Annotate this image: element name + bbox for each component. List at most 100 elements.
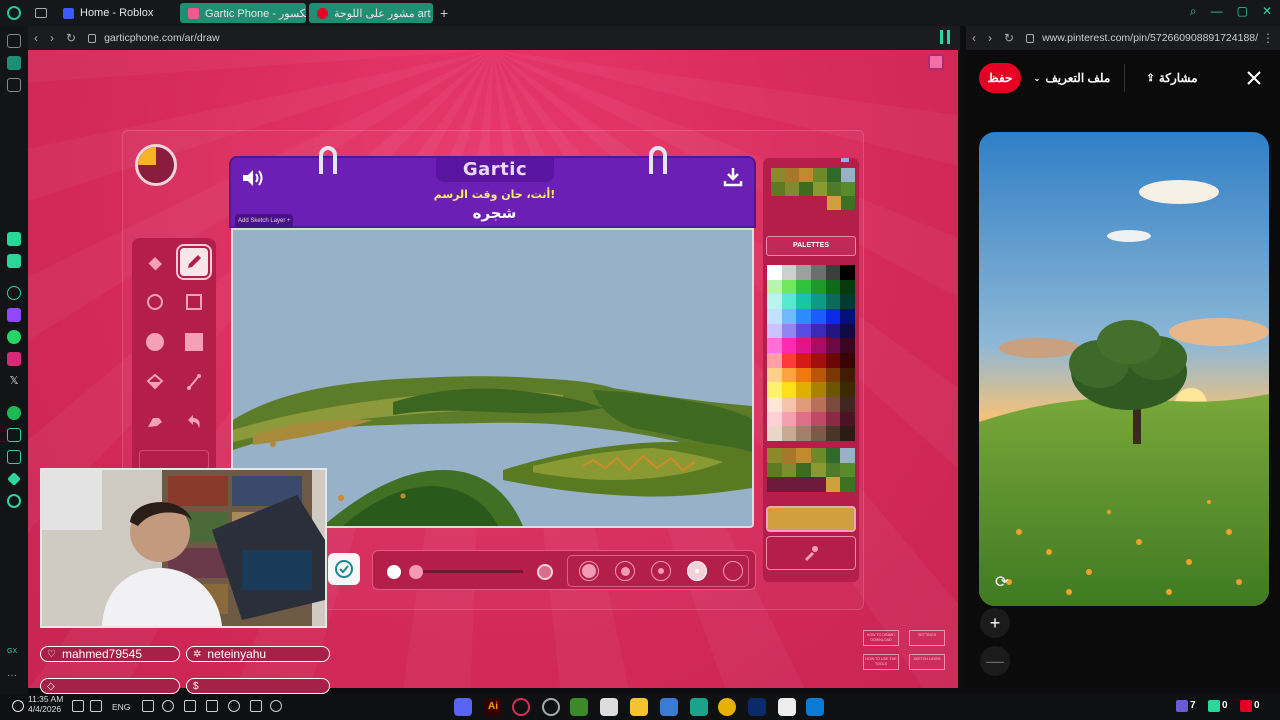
custom-color-swatch[interactable] bbox=[796, 462, 811, 478]
color-swatch[interactable] bbox=[781, 294, 797, 309]
home-app-icon[interactable] bbox=[7, 56, 21, 70]
settings-icon[interactable] bbox=[12, 700, 24, 712]
color-swatch[interactable] bbox=[840, 411, 855, 427]
panel-menu-icon[interactable]: ⋮ bbox=[1262, 31, 1274, 45]
color-swatch[interactable] bbox=[767, 426, 782, 441]
palettes-button[interactable]: PALETTES bbox=[766, 236, 856, 256]
twitch-icon[interactable] bbox=[7, 308, 21, 322]
color-swatch[interactable] bbox=[767, 352, 782, 368]
color-swatch[interactable] bbox=[781, 411, 797, 427]
color-swatch[interactable] bbox=[810, 279, 826, 295]
clock[interactable]: 11:35 AM 4/4/2026 bbox=[28, 694, 63, 714]
notification-icon[interactable] bbox=[1208, 700, 1220, 712]
color-swatch[interactable] bbox=[840, 338, 855, 353]
minecraft-taskbar-icon[interactable] bbox=[570, 698, 588, 716]
sidebar-app-icon[interactable] bbox=[7, 472, 21, 486]
color-swatch[interactable] bbox=[767, 308, 782, 324]
chrome-taskbar-icon[interactable] bbox=[718, 698, 736, 716]
brush-size-5[interactable] bbox=[723, 561, 743, 581]
zoom-out-button[interactable]: — bbox=[980, 646, 1010, 676]
color-swatch[interactable] bbox=[810, 338, 826, 353]
color-swatch[interactable] bbox=[840, 352, 855, 368]
stamp-tool[interactable] bbox=[139, 406, 171, 438]
gaming-app-icon[interactable] bbox=[7, 78, 21, 92]
color-swatch[interactable] bbox=[810, 382, 826, 397]
color-swatch[interactable] bbox=[810, 396, 826, 412]
instagram-icon[interactable] bbox=[7, 352, 21, 366]
custom-color-swatch[interactable] bbox=[810, 448, 826, 463]
illustrator-taskbar-icon[interactable]: Ai bbox=[484, 698, 502, 716]
color-swatch[interactable] bbox=[825, 411, 841, 427]
square-outline-tool[interactable] bbox=[178, 286, 210, 318]
battery-icon[interactable] bbox=[90, 700, 102, 712]
search-icon[interactable]: ⌕ bbox=[1190, 4, 1197, 19]
color-swatch[interactable] bbox=[781, 265, 797, 280]
help-panel[interactable]: HOW TO USE THE TOOLS bbox=[863, 654, 899, 670]
custom-color-swatch[interactable] bbox=[767, 448, 782, 463]
color-swatch[interactable] bbox=[810, 411, 826, 427]
color-swatch[interactable] bbox=[767, 411, 782, 427]
color-swatch[interactable] bbox=[796, 323, 811, 339]
color-swatch[interactable] bbox=[767, 279, 782, 295]
color-swatch[interactable] bbox=[840, 279, 855, 295]
close-window-icon[interactable]: ✕ bbox=[1262, 4, 1272, 19]
color-swatch[interactable] bbox=[796, 411, 811, 427]
color-swatch[interactable] bbox=[796, 265, 811, 280]
color-swatch[interactable] bbox=[796, 352, 811, 368]
color-swatch[interactable] bbox=[840, 323, 855, 339]
color-swatch[interactable] bbox=[767, 396, 782, 412]
color-swatch[interactable] bbox=[825, 367, 841, 383]
selected-color-swatch[interactable] bbox=[766, 506, 856, 532]
color-swatch[interactable] bbox=[767, 382, 782, 397]
wifi-icon[interactable] bbox=[184, 700, 196, 712]
custom-color-swatch[interactable] bbox=[781, 462, 797, 478]
custom-color-swatch[interactable] bbox=[810, 462, 826, 478]
color-swatch[interactable] bbox=[781, 426, 797, 441]
share-button[interactable]: ⇪ مشاركة bbox=[1144, 63, 1200, 93]
color-swatch[interactable] bbox=[781, 308, 797, 324]
color-swatch[interactable] bbox=[840, 265, 855, 280]
minimize-icon[interactable]: — bbox=[1211, 4, 1223, 19]
save-button[interactable]: حفظ bbox=[979, 63, 1021, 93]
color-swatch[interactable] bbox=[825, 396, 841, 412]
reload-app-icon[interactable] bbox=[7, 34, 21, 48]
color-swatch[interactable] bbox=[781, 396, 797, 412]
help-panel[interactable]: HOW TO DRAW / DOWNLOAD bbox=[863, 630, 899, 646]
custom-color-swatch[interactable] bbox=[810, 477, 826, 492]
tray-icon[interactable] bbox=[228, 700, 240, 712]
custom-color-swatch[interactable] bbox=[840, 448, 855, 463]
color-swatch[interactable] bbox=[825, 352, 841, 368]
color-swatch[interactable] bbox=[767, 323, 782, 339]
help-panel[interactable]: SETTINGS bbox=[909, 630, 945, 646]
color-swatch[interactable] bbox=[781, 367, 797, 383]
album-icon[interactable] bbox=[928, 54, 944, 70]
browser-logo-icon[interactable] bbox=[7, 6, 21, 20]
opera-gx-taskbar-icon[interactable] bbox=[512, 698, 530, 716]
pen-icon[interactable] bbox=[142, 700, 154, 712]
color-swatch[interactable] bbox=[796, 382, 811, 397]
add-sketch-layer-button[interactable]: Add Sketch Layer + bbox=[235, 214, 293, 228]
tray-icon[interactable] bbox=[250, 700, 262, 712]
maximize-icon[interactable]: ▢ bbox=[1237, 4, 1248, 19]
color-swatch[interactable] bbox=[825, 426, 841, 441]
photoshop-taskbar-icon[interactable] bbox=[748, 698, 766, 716]
square-filled-tool[interactable] bbox=[178, 326, 210, 358]
tab-pinterest[interactable]: مشور على اللوحة art class bbox=[309, 3, 433, 23]
reload-icon[interactable]: ↻ bbox=[66, 31, 76, 45]
color-swatch[interactable] bbox=[810, 352, 826, 368]
forward-icon[interactable]: › bbox=[50, 31, 54, 45]
line-tool[interactable] bbox=[178, 366, 210, 398]
x-icon[interactable]: 𝕏 bbox=[7, 374, 21, 388]
undo-tool[interactable] bbox=[178, 406, 210, 438]
custom-color-swatch[interactable] bbox=[825, 462, 841, 478]
color-swatch[interactable] bbox=[767, 367, 782, 383]
windows-start-icon[interactable] bbox=[806, 698, 824, 716]
color-swatch[interactable] bbox=[767, 294, 782, 309]
zoom-in-button[interactable]: + bbox=[980, 608, 1010, 638]
url-text[interactable]: garticphone.com/ar/draw bbox=[104, 32, 220, 44]
chatgpt-icon[interactable] bbox=[7, 286, 21, 300]
color-swatch[interactable] bbox=[825, 323, 841, 339]
gx-icon[interactable]: GX bbox=[7, 648, 21, 662]
sidebar-app-icon[interactable] bbox=[7, 450, 21, 464]
download-icon[interactable] bbox=[722, 166, 744, 188]
